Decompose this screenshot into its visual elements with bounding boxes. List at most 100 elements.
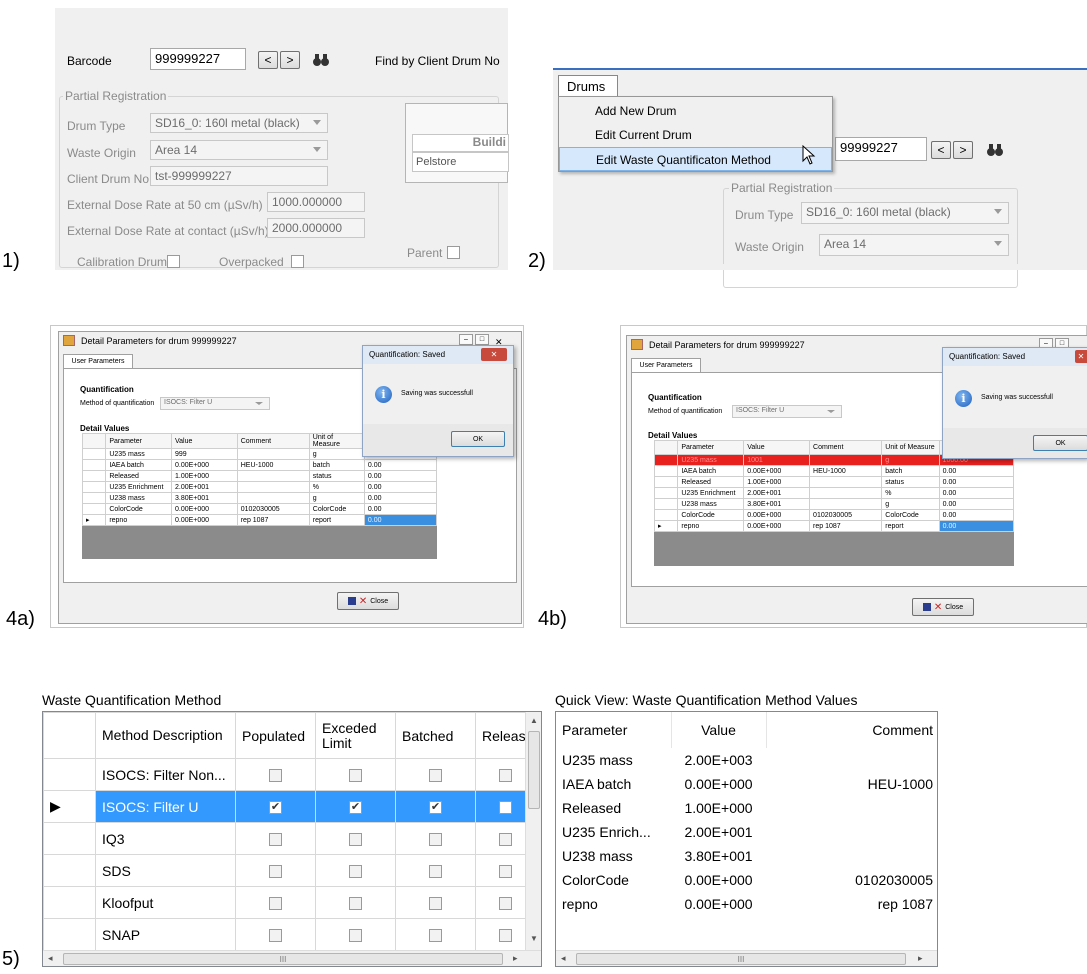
cell[interactable]: 0.00: [938, 465, 1015, 477]
list-item[interactable]: Released 1.00E+000: [556, 796, 937, 820]
h-scroll-thumb[interactable]: III: [63, 953, 503, 965]
prev-barcode-button[interactable]: <: [931, 141, 951, 159]
save-close-button[interactable]: ✕ Close: [337, 592, 399, 610]
table-row[interactable]: SNAP: [43, 918, 536, 951]
barcode-input[interactable]: 999999227: [150, 48, 246, 70]
cell[interactable]: rep 1087: [236, 514, 310, 526]
cell[interactable]: 2.00E+001: [743, 487, 811, 499]
cell[interactable]: status: [308, 470, 365, 482]
col-populated[interactable]: Populated: [235, 712, 316, 759]
cell[interactable]: 2.00E+001: [171, 481, 238, 493]
table-row[interactable]: ColorCode 0.00E+000 0102030005 ColorCode 0.0…: [653, 509, 1015, 521]
table-row[interactable]: Released 1.00E+000 status 0.00: [653, 476, 1015, 488]
cell[interactable]: 0.00: [363, 503, 438, 515]
table-row[interactable]: Released 1.00E+000 status 0.00: [81, 470, 438, 482]
list-item[interactable]: U235 mass 2.00E+003: [556, 748, 937, 772]
scroll-right-icon[interactable]: ▸: [918, 953, 923, 964]
cell[interactable]: ColorCode: [308, 503, 365, 515]
cell[interactable]: U235 Enrichment: [677, 487, 745, 499]
unchecked-checkbox[interactable]: [349, 929, 362, 943]
cell[interactable]: Released: [105, 470, 173, 482]
barcode-input[interactable]: 99999227: [835, 137, 927, 161]
col-parameter[interactable]: Parameter: [556, 712, 672, 748]
next-barcode-button[interactable]: >: [953, 141, 973, 159]
unchecked-checkbox[interactable]: [429, 865, 442, 879]
menu-item-edit-waste-quantification[interactable]: Edit Waste Quantificaton Method: [559, 147, 832, 171]
cell[interactable]: U238 mass: [105, 492, 173, 504]
cell[interactable]: 0.00: [363, 492, 438, 504]
cell[interactable]: g: [881, 498, 940, 510]
find-binoculars-icon[interactable]: [311, 51, 331, 69]
table-row[interactable]: ColorCode 0.00E+000 0102030005 ColorCode 0.0…: [81, 503, 438, 515]
menu-item-edit-current-drum[interactable]: Edit Current Drum: [559, 123, 832, 147]
cell[interactable]: 0.00: [363, 459, 438, 471]
checked-checkbox[interactable]: ✔: [349, 801, 362, 815]
cell[interactable]: U235 mass: [677, 454, 745, 466]
table-row[interactable]: ▸ repno 0.00E+000 rep 1087 report 0.00: [81, 514, 438, 526]
unchecked-checkbox[interactable]: [349, 865, 362, 879]
cell[interactable]: 0.00E+000: [171, 514, 238, 526]
unchecked-checkbox[interactable]: [269, 865, 282, 879]
table-row[interactable]: IQ3: [43, 822, 536, 855]
list-item[interactable]: U235 Enrich... 2.00E+001: [556, 820, 937, 844]
cell[interactable]: 0.00: [363, 481, 438, 493]
unchecked-checkbox[interactable]: [429, 769, 442, 783]
building-value[interactable]: Pelstore: [412, 152, 509, 172]
cell[interactable]: g: [308, 492, 365, 504]
method-name-cell[interactable]: Kloofput: [95, 886, 236, 919]
unchecked-checkbox[interactable]: [499, 833, 512, 847]
cell[interactable]: 0.00E+000: [171, 503, 238, 515]
method-name-cell[interactable]: ISOCS: Filter U: [95, 790, 236, 823]
checked-checkbox[interactable]: ✔: [429, 801, 442, 815]
method-name-cell[interactable]: ISOCS: Filter Non...: [95, 758, 236, 791]
waste-origin-select[interactable]: Area 14: [819, 234, 1009, 256]
cell[interactable]: 3.80E+001: [171, 492, 238, 504]
cell[interactable]: 0.00: [938, 476, 1015, 488]
parent-checkbox[interactable]: [447, 246, 460, 259]
cell[interactable]: 0.00: [938, 509, 1015, 521]
quick-horizontal-scrollbar[interactable]: ◂ III ▸: [556, 950, 937, 966]
list-item[interactable]: IAEA batch 0.00E+000 HEU-1000: [556, 772, 937, 796]
cell[interactable]: rep 1087: [809, 520, 883, 532]
scroll-up-icon[interactable]: ▲: [526, 716, 541, 725]
col-value[interactable]: Value: [671, 712, 767, 748]
cell[interactable]: 0102030005: [236, 503, 310, 515]
prev-barcode-button[interactable]: <: [258, 51, 278, 69]
cell[interactable]: g: [881, 454, 940, 466]
cell[interactable]: batch: [308, 459, 365, 471]
cell[interactable]: HEU-1000: [236, 459, 310, 471]
method-select[interactable]: ISOCS: Filter U: [160, 397, 270, 410]
scroll-thumb[interactable]: [528, 731, 540, 809]
cell[interactable]: 0.00: [938, 487, 1015, 499]
waste-origin-select[interactable]: Area 14: [150, 140, 328, 160]
unchecked-checkbox[interactable]: [269, 929, 282, 943]
cell[interactable]: 0.00: [938, 498, 1015, 510]
cell[interactable]: IAEA batch: [677, 465, 745, 477]
method-name-cell[interactable]: SNAP: [95, 918, 236, 951]
maximize-button[interactable]: □: [475, 334, 489, 345]
cell[interactable]: ColorCode: [105, 503, 173, 515]
table-row[interactable]: IAEA batch 0.00E+000 HEU-1000 batch 0.00: [81, 459, 438, 471]
drum-type-select[interactable]: SD16_0: 160l metal (black): [801, 202, 1009, 224]
cell[interactable]: [236, 481, 310, 493]
method-name-cell[interactable]: SDS: [95, 854, 236, 887]
col-comment[interactable]: Comment: [766, 712, 937, 748]
cell[interactable]: 1001: [743, 454, 811, 466]
table-row[interactable]: U235 Enrichment 2.00E+001% 0.00: [653, 487, 1015, 499]
cell[interactable]: 1.00E+000: [743, 476, 811, 488]
cell[interactable]: report: [881, 520, 940, 532]
table-row[interactable]: SDS: [43, 854, 536, 887]
cell-selected[interactable]: 0.00: [938, 520, 1015, 532]
method-name-cell[interactable]: IQ3: [95, 822, 236, 855]
dose-50cm-input[interactable]: 1000.000000: [267, 192, 365, 212]
calibration-drum-checkbox[interactable]: [167, 255, 180, 268]
h-scroll-thumb[interactable]: III: [576, 953, 906, 965]
cell[interactable]: Released: [677, 476, 745, 488]
tab-user-parameters[interactable]: User Parameters: [63, 354, 133, 368]
tab-user-parameters[interactable]: User Parameters: [631, 358, 701, 372]
list-item[interactable]: U238 mass 3.80E+001: [556, 844, 937, 868]
drums-menu-title[interactable]: Drums: [558, 75, 618, 97]
table-row[interactable]: ▸ repno 0.00E+000 rep 1087 report 0.00: [653, 520, 1015, 532]
unchecked-checkbox[interactable]: [349, 769, 362, 783]
cell[interactable]: 0.00E+000: [743, 520, 811, 532]
